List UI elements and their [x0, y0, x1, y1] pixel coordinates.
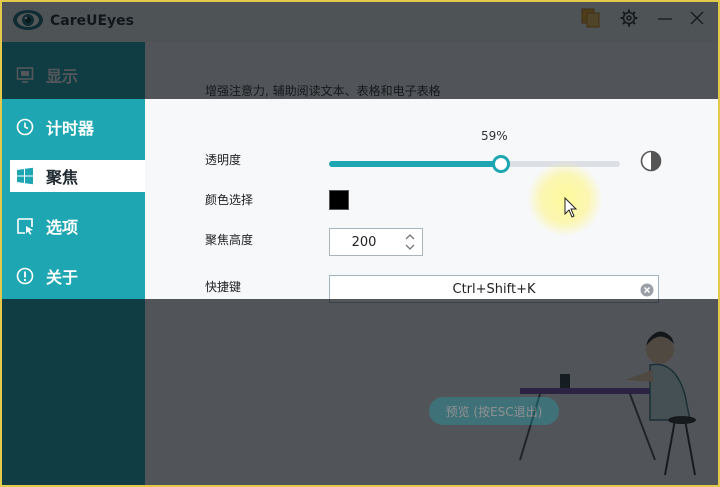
- minimize-button[interactable]: [652, 6, 678, 30]
- info-icon: [16, 267, 34, 285]
- sidebar-item-label: 聚焦: [46, 168, 79, 187]
- eye-logo-icon: [13, 10, 43, 30]
- sidebar: 显示 计时器 聚焦 选项 关于: [0, 42, 145, 487]
- pages-button[interactable]: [578, 6, 604, 30]
- height-label: 聚焦高度: [205, 233, 254, 247]
- slider-thumb[interactable]: [491, 155, 510, 173]
- color-label: 颜色选择: [205, 193, 254, 207]
- clock-icon: [16, 118, 34, 136]
- hotkey-label: 快捷键: [205, 280, 242, 294]
- focus-description: 增强注意力, 辅助阅读文本、表格和电子表格: [205, 84, 441, 98]
- color-picker-swatch[interactable]: [329, 190, 349, 210]
- select-icon: [16, 217, 34, 235]
- sidebar-item-display[interactable]: 显示: [0, 50, 145, 100]
- pages-icon: [581, 8, 600, 28]
- sidebar-item-about[interactable]: 关于: [0, 251, 145, 301]
- sidebar-item-label: 关于: [46, 268, 79, 287]
- clear-icon[interactable]: [640, 283, 654, 297]
- hotkey-value: Ctrl+Shift+K: [452, 281, 536, 297]
- settings-button[interactable]: [616, 6, 642, 30]
- sidebar-item-options[interactable]: 选项: [0, 201, 145, 251]
- hotkey-field[interactable]: Ctrl+Shift+K: [329, 275, 659, 303]
- title-bar: CareUEyes: [0, 0, 720, 42]
- stepper-arrows-icon[interactable]: [404, 231, 416, 253]
- app-title: CareUEyes: [50, 13, 135, 29]
- sidebar-item-focus[interactable]: 聚焦: [10, 160, 145, 192]
- transparency-label: 透明度: [205, 153, 242, 167]
- windows-icon: [16, 167, 34, 185]
- focus-height-input[interactable]: [330, 234, 394, 250]
- minimize-icon: [658, 18, 672, 20]
- contrast-icon[interactable]: [640, 150, 662, 172]
- close-icon: [690, 11, 704, 25]
- preview-button[interactable]: 预览 (按ESC退出): [429, 397, 559, 425]
- gear-icon: [620, 9, 638, 27]
- transparency-percent: 59%: [481, 129, 508, 143]
- sidebar-item-timer[interactable]: 计时器: [0, 102, 145, 152]
- close-button[interactable]: [684, 6, 710, 30]
- focus-height-stepper[interactable]: [329, 228, 423, 256]
- sidebar-item-label: 选项: [46, 218, 79, 237]
- sidebar-item-label: 显示: [46, 67, 79, 86]
- slider-fill: [329, 161, 501, 167]
- transparency-slider[interactable]: [329, 155, 620, 173]
- sidebar-item-label: 计时器: [46, 119, 95, 138]
- monitor-icon: [16, 66, 34, 84]
